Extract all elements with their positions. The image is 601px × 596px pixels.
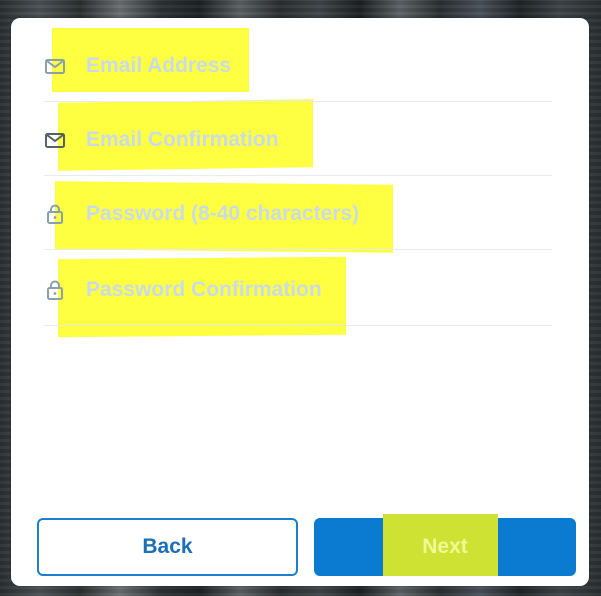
lock-icon — [44, 279, 66, 301]
envelope-icon — [44, 55, 66, 77]
lock-icon — [44, 203, 66, 225]
back-button[interactable]: Back — [37, 518, 298, 576]
back-button-label: Back — [142, 535, 193, 558]
email-confirmation-placeholder: Email Confirmation — [86, 127, 279, 151]
password-confirmation-placeholder: Password Confirmation — [86, 277, 322, 301]
password-confirmation-field[interactable]: Password Confirmation — [44, 254, 552, 326]
email-address-placeholder: Email Address — [86, 53, 232, 77]
highlight-mark — [383, 514, 498, 576]
password-field[interactable]: Password (8-40 characters) — [44, 178, 552, 250]
email-address-field[interactable]: Email Address — [44, 30, 552, 102]
envelope-icon — [44, 129, 66, 151]
email-confirmation-field[interactable]: Email Confirmation — [44, 104, 552, 176]
password-placeholder: Password (8-40 characters) — [86, 201, 360, 225]
